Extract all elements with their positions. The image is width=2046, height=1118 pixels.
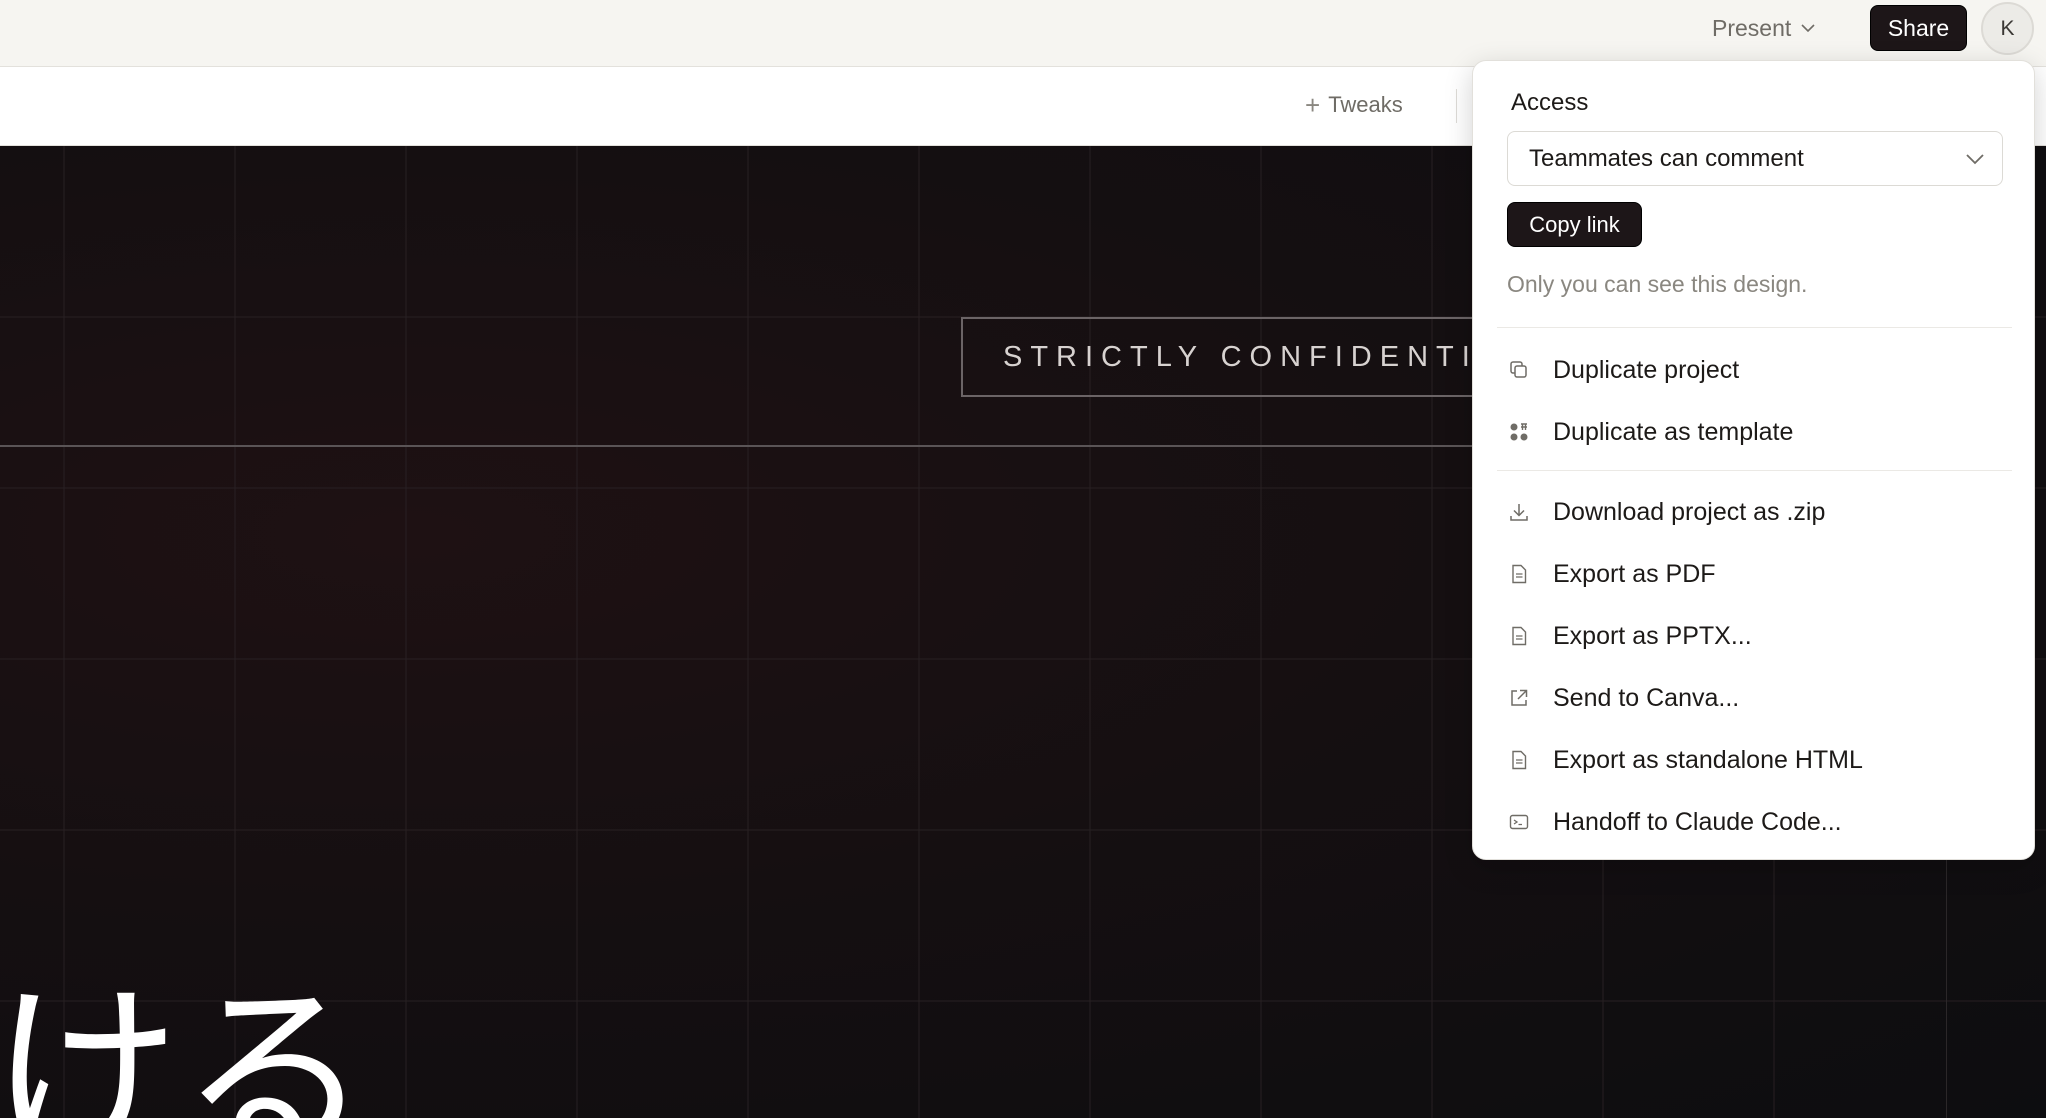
menu-item-label: Download project as .zip: [1553, 497, 1826, 526]
present-label: Present: [1712, 14, 1792, 41]
top-bar: Present Share K: [0, 0, 2046, 67]
menu-item-export-pdf[interactable]: Export as PDF: [1497, 548, 2012, 600]
share-button[interactable]: Share: [1870, 5, 1967, 51]
menu-item-label: Duplicate project: [1553, 355, 1740, 384]
file-icon: [1507, 624, 1531, 648]
tweaks-label: Tweaks: [1328, 92, 1403, 117]
copy-link-button[interactable]: Copy link: [1507, 202, 1642, 247]
share-panel: Access Teammates can comment Copy link O…: [1472, 60, 2035, 860]
menu-item-label: Duplicate as template: [1553, 417, 1794, 446]
terminal-icon: [1507, 810, 1531, 834]
present-button[interactable]: Present: [1712, 12, 1817, 44]
duplicate-icon: [1507, 358, 1531, 382]
confidential-text: STRICTLY CONFIDENTIA: [1003, 340, 1481, 373]
menu-separator: [1497, 327, 2012, 328]
menu-separator: [1497, 470, 2012, 471]
menu-item-handoff-claude-code[interactable]: Handoff to Claude Code...: [1497, 796, 2012, 848]
toolbar-divider: [1456, 89, 1457, 123]
kana-heading: ける: [0, 965, 371, 1118]
visibility-note: Only you can see this design.: [1507, 271, 1808, 297]
confidential-box: STRICTLY CONFIDENTIA: [961, 317, 1481, 397]
access-label: Access: [1511, 89, 1589, 116]
menu-item-export-pptx[interactable]: Export as PPTX...: [1497, 610, 2012, 662]
template-icon: [1507, 420, 1531, 444]
menu-item-send-canva[interactable]: Send to Canva...: [1497, 672, 2012, 724]
avatar-initial: K: [2000, 16, 2015, 40]
chevron-down-icon: [1801, 24, 1815, 33]
chevron-down-icon: [1966, 154, 1984, 165]
menu-item-export-html[interactable]: Export as standalone HTML: [1497, 734, 2012, 786]
external-link-icon: [1507, 686, 1531, 710]
access-select[interactable]: Teammates can comment: [1507, 131, 2003, 186]
menu-item-download-zip[interactable]: Download project as .zip: [1497, 486, 2012, 538]
share-label: Share: [1887, 14, 1950, 41]
file-icon: [1507, 562, 1531, 586]
avatar[interactable]: K: [1981, 2, 2034, 55]
download-icon: [1507, 500, 1531, 524]
copy-link-label: Copy link: [1529, 211, 1620, 237]
menu-item-duplicate-template[interactable]: Duplicate as template: [1497, 406, 2012, 458]
menu-item-label: Export as PDF: [1553, 559, 1716, 588]
access-select-value: Teammates can comment: [1529, 144, 1804, 172]
menu-item-duplicate-project[interactable]: Duplicate project: [1497, 344, 2012, 396]
tweaks-button[interactable]: + Tweaks: [1305, 89, 1403, 121]
menu-item-label: Export as standalone HTML: [1553, 745, 1863, 774]
menu-item-label: Send to Canva...: [1553, 683, 1740, 712]
file-icon: [1507, 748, 1531, 772]
menu-item-label: Handoff to Claude Code...: [1553, 807, 1842, 836]
menu-item-label: Export as PPTX...: [1553, 621, 1752, 650]
horizontal-rule: [0, 445, 1480, 447]
app-root: Present Share K + Tweaks STRICTLY CONFID…: [0, 0, 2046, 1118]
plus-icon: +: [1305, 90, 1321, 120]
